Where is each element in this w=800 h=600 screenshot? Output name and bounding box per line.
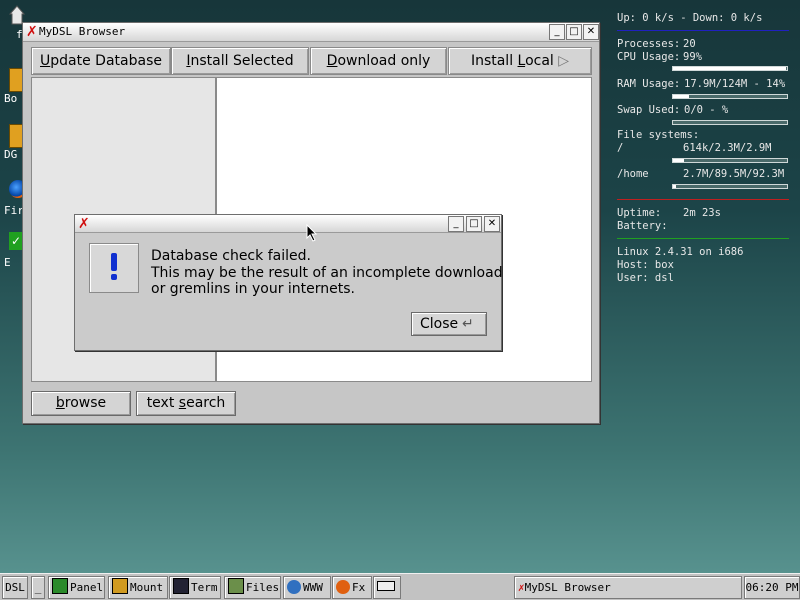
ram-value: 17.9M/124M - 14%	[684, 78, 786, 90]
close-x-icon: ✗	[518, 581, 525, 594]
swap-bar	[672, 120, 788, 125]
mount-launcher[interactable]: Mount	[108, 576, 168, 599]
install-selected-button[interactable]: Install Selected	[171, 47, 309, 75]
files-icon	[228, 578, 244, 594]
button-accel: s	[178, 395, 187, 411]
panel-launcher[interactable]: Panel	[48, 576, 105, 599]
launcher-label: Files	[246, 581, 280, 594]
fs-home-value: 2.7M/89.5M/92.3M	[683, 168, 785, 180]
start-button[interactable]: DSL	[2, 576, 28, 599]
www-launcher[interactable]: WWW	[283, 576, 331, 599]
maximize-button[interactable]: □	[566, 24, 582, 40]
error-dialog: ✗ _ □ ✕ Database check failed. This may …	[74, 214, 503, 351]
user-info: User: dsl	[617, 272, 674, 284]
battery-label: Battery:	[617, 220, 668, 232]
minimize-all-button[interactable]: _	[31, 576, 45, 599]
processes-label: Processes:	[617, 38, 681, 50]
close-button[interactable]: ✕	[484, 216, 500, 232]
button-accel: L	[517, 53, 526, 69]
button-accel: U	[40, 53, 51, 69]
terminal-icon	[173, 578, 189, 594]
uptime-value: 2m 23s	[683, 207, 721, 219]
cpu-label: CPU Usage:	[617, 51, 681, 63]
globe-icon	[287, 580, 301, 594]
close-x-icon[interactable]: ✗	[78, 217, 92, 231]
button-text: Install	[470, 53, 518, 69]
download-only-button[interactable]: Download only	[310, 47, 447, 75]
mount-icon	[112, 578, 128, 594]
fs-root-bar	[672, 158, 788, 163]
terminal-launcher[interactable]: Term	[169, 576, 221, 599]
button-text: nstall Selected	[190, 53, 294, 69]
close-label: Close	[420, 316, 459, 332]
kernel-info: Linux 2.4.31 on i686	[617, 246, 744, 258]
desktop-switch-button[interactable]	[373, 576, 401, 599]
play-arrow-icon: ▷	[558, 53, 570, 69]
uptime-label: Uptime:	[617, 207, 662, 219]
task-mydsl-browser[interactable]: ✗MyDSL Browser	[514, 576, 742, 599]
install-local-button[interactable]: Install Local ▷	[448, 47, 592, 75]
system-monitor: Up: 0 k/s - Down: 0 k/s Processes: 20 CP…	[612, 0, 800, 300]
firefox-launcher[interactable]: Fx	[332, 576, 372, 599]
host-info: Host: box	[617, 259, 674, 271]
window-title: MyDSL Browser	[39, 25, 126, 38]
button-accel: D	[326, 53, 338, 69]
swap-label: Swap Used:	[617, 104, 681, 116]
minimize-button[interactable]: _	[448, 216, 464, 232]
window-titlebar[interactable]: ✗ MyDSL Browser _ □ ✕	[23, 23, 599, 42]
button-text: earch	[186, 395, 226, 411]
button-text: text	[146, 395, 179, 411]
taskbar: DSL _ Panel Mount Term Files WWW Fx ✗MyD…	[0, 573, 800, 600]
dialog-close-button[interactable]: Close ↵	[411, 312, 487, 336]
close-x-icon[interactable]: ✗	[26, 25, 40, 39]
mouse-pointer-icon	[306, 224, 318, 242]
button-text: ocal	[525, 53, 554, 69]
divider	[617, 199, 789, 200]
dialog-titlebar[interactable]: ✗ _ □ ✕	[75, 215, 501, 233]
window-icon	[377, 581, 395, 591]
launcher-label: Term	[191, 581, 218, 594]
divider	[617, 238, 789, 239]
return-key-icon: ↵	[462, 316, 474, 332]
cpu-value: 99%	[683, 51, 702, 63]
swap-value: 0/0 - %	[684, 104, 729, 116]
processes-value: 20	[683, 38, 696, 50]
button-text: pdate Database	[50, 53, 162, 69]
firefox-icon	[336, 580, 350, 594]
launcher-label: Fx	[352, 581, 366, 594]
fs-home-bar	[672, 184, 788, 189]
launcher-label: Panel	[70, 581, 104, 594]
ram-bar	[672, 94, 788, 99]
filesystems-label: File systems:	[617, 129, 700, 141]
launcher-label: WWW	[303, 581, 323, 594]
browse-button[interactable]: browse	[31, 391, 131, 416]
dialog-message: Database check failed. This may be the r…	[151, 248, 503, 297]
fs-root-label: /	[617, 142, 624, 154]
divider	[617, 30, 789, 31]
text-search-button[interactable]: text search	[136, 391, 236, 416]
update-database-button[interactable]: Update Database	[31, 47, 171, 75]
fs-root-value: 614k/2.3M/2.9M	[683, 142, 772, 154]
clock: 06:20 PM	[744, 576, 800, 599]
ram-label: RAM Usage:	[617, 78, 681, 90]
button-accel: b	[55, 395, 65, 411]
button-text: rowse	[64, 395, 107, 411]
button-text: ownload only	[337, 53, 431, 69]
maximize-button[interactable]: □	[466, 216, 482, 232]
exclamation-icon	[111, 253, 117, 280]
network-speed: Up: 0 k/s - Down: 0 k/s	[617, 12, 763, 24]
panel-icon	[52, 578, 68, 594]
running-man-icon: ✓	[9, 232, 23, 250]
cpu-bar	[672, 66, 788, 71]
files-launcher[interactable]: Files	[224, 576, 281, 599]
launcher-label: Mount	[130, 581, 164, 594]
alert-icon	[89, 243, 139, 293]
close-button[interactable]: ✕	[583, 24, 599, 40]
fs-home-label: /home	[617, 168, 649, 180]
task-label: MyDSL Browser	[524, 581, 611, 594]
minimize-button[interactable]: _	[549, 24, 565, 40]
